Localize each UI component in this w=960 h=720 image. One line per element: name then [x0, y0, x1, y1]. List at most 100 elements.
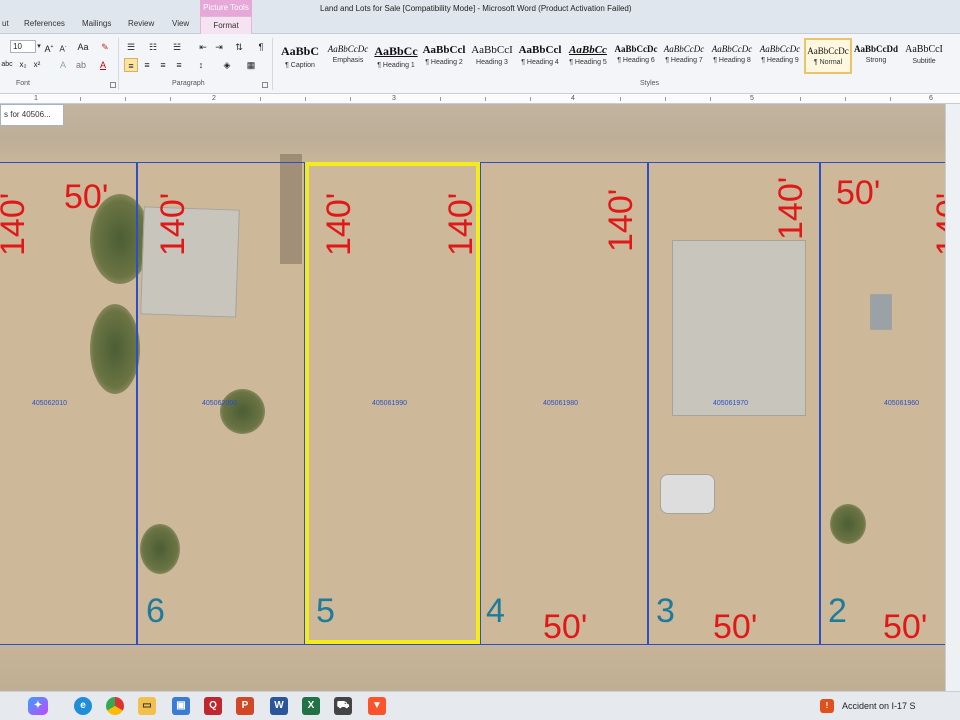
highlight-button[interactable]: ab: [74, 58, 88, 72]
bullets-button[interactable]: ☰: [124, 40, 138, 54]
ruler-tick: [710, 97, 711, 101]
style-heading-4[interactable]: AaBbCcl ¶ Heading 4: [516, 38, 564, 74]
ruler-tick: [305, 97, 306, 101]
style-normal[interactable]: AaBbCcDc ¶ Normal: [804, 38, 852, 74]
align-center-button[interactable]: ≡: [140, 58, 154, 72]
quicken-icon[interactable]: Q: [204, 697, 222, 715]
picture-tools-group: Picture Tools Format: [200, 0, 252, 34]
grow-font-button[interactable]: A+: [42, 40, 56, 54]
chrome-icon[interactable]: [106, 697, 124, 715]
ruler-number: 5: [750, 95, 754, 102]
edge-icon[interactable]: e: [74, 697, 92, 715]
tab-review[interactable]: Review: [128, 19, 154, 28]
parcel-apn: 405062010: [32, 400, 68, 407]
numbering-button[interactable]: ☷: [146, 40, 160, 54]
increase-indent-button[interactable]: ⇥: [212, 40, 226, 54]
align-left-button[interactable]: ≡: [124, 58, 138, 72]
justify-button[interactable]: ≡: [172, 58, 186, 72]
style-heading-1[interactable]: AaBbCc ¶ Heading 1: [372, 38, 420, 74]
aerial-parcel-image[interactable]: 405062010 405062000 405061990 405061980 …: [0, 104, 945, 691]
align-right-button[interactable]: ≡: [156, 58, 170, 72]
ruler-number: 6: [929, 95, 933, 102]
street: [0, 644, 945, 691]
lot-depth-label: 140': [930, 192, 945, 256]
style-subtitle[interactable]: AaBbCcI Subtitle: [900, 38, 948, 74]
traffic-alert-icon[interactable]: !: [820, 699, 834, 713]
excel-icon[interactable]: X: [302, 697, 320, 715]
tab-format[interactable]: Format: [200, 16, 252, 34]
lot-depth-label: 140': [772, 176, 810, 240]
style-heading-2[interactable]: AaBbCcl ¶ Heading 2: [420, 38, 468, 74]
ruler-tick: [530, 97, 531, 101]
style-name: ¶ Heading 4: [521, 59, 559, 66]
style-heading-9[interactable]: AaBbCcDc ¶ Heading 9: [756, 38, 804, 74]
clear-formatting-button[interactable]: ✎: [98, 40, 112, 54]
superscript-button[interactable]: x²: [30, 58, 44, 72]
car-icon[interactable]: ⛟: [334, 697, 352, 715]
style-sample: AaBbCcDc: [663, 44, 705, 54]
tab-view[interactable]: View: [172, 19, 189, 28]
horizontal-ruler[interactable]: 1 2 3 4 5 6: [0, 94, 960, 104]
ruler-tick: [125, 97, 126, 101]
vertical-scrollbar[interactable]: [945, 104, 960, 691]
parcel-apn: 405061960: [884, 400, 920, 407]
style-name: ¶ Heading 2: [425, 59, 463, 66]
multilevel-list-button[interactable]: ☱: [170, 40, 184, 54]
tab-layout[interactable]: ut: [2, 19, 9, 28]
ruler-tick: [845, 97, 846, 101]
file-explorer-icon[interactable]: ▭: [138, 697, 156, 715]
lot-width-label: 50': [64, 178, 109, 216]
borders-button[interactable]: ▦: [244, 58, 258, 72]
style-name: ¶ Heading 5: [569, 59, 607, 66]
style-sample: AaBbCc: [374, 44, 418, 58]
style-emphasis[interactable]: AaBbCcDc Emphasis: [324, 38, 372, 74]
style-sample: AaBbCcDd: [853, 44, 898, 54]
style-sample: AaBbCcDc: [711, 44, 753, 54]
subscript-button[interactable]: x₂: [16, 58, 30, 72]
ruler-tick: [260, 97, 261, 101]
news-widget-text[interactable]: Accident on I-17 S: [842, 701, 916, 711]
style-heading-5[interactable]: AaBbCc ¶ Heading 5: [564, 38, 612, 74]
tab-references[interactable]: References: [24, 19, 65, 28]
decrease-indent-button[interactable]: ⇤: [196, 40, 210, 54]
lot-depth-label: 140': [602, 188, 640, 252]
style-caption[interactable]: AaBbC ¶ Caption: [276, 38, 324, 74]
styles-group-label: Styles: [640, 80, 660, 87]
style-name: ¶ Heading 6: [617, 57, 655, 64]
lot-parcel[interactable]: [820, 162, 945, 644]
style-heading-8[interactable]: AaBbCcDc ¶ Heading 8: [708, 38, 756, 74]
strikethrough-button[interactable]: abc: [0, 58, 14, 72]
change-case-button[interactable]: Aa: [76, 40, 90, 54]
street: [0, 104, 945, 162]
font-group-label: Font: [16, 80, 31, 87]
ruler-tick: [890, 97, 891, 101]
copilot-icon[interactable]: ✦: [28, 697, 48, 715]
shading-button[interactable]: ◈: [220, 58, 234, 72]
style-sample: AaBbCcDc: [614, 44, 658, 54]
parcel-apn: 405062000: [202, 400, 238, 407]
style-strong[interactable]: AaBbCcDd Strong: [852, 38, 900, 74]
word-icon[interactable]: W: [270, 697, 288, 715]
style-heading-3[interactable]: AaBbCcI Heading 3: [468, 38, 516, 74]
paragraph-dialog-launcher[interactable]: [262, 82, 268, 88]
show-formatting-button[interactable]: ¶: [254, 40, 268, 54]
lot-number: 4: [486, 592, 505, 630]
sort-button[interactable]: ⇅: [232, 40, 246, 54]
line-spacing-button[interactable]: ↕: [194, 58, 208, 72]
remote-icon[interactable]: ▣: [172, 697, 190, 715]
style-heading-7[interactable]: AaBbCcDc ¶ Heading 7: [660, 38, 708, 74]
style-name: Strong: [865, 57, 887, 64]
tab-mailings[interactable]: Mailings: [82, 19, 111, 28]
lot-number: 3: [656, 592, 675, 630]
font-color-button[interactable]: A: [96, 58, 110, 72]
shrink-font-button[interactable]: A-: [56, 40, 70, 54]
font-dialog-launcher[interactable]: [110, 82, 116, 88]
brave-icon[interactable]: ▼: [368, 697, 386, 715]
word-window: ut References Mailings Review View Pictu…: [0, 0, 960, 720]
style-heading-6[interactable]: AaBbCcDc ¶ Heading 6: [612, 38, 660, 74]
text-effects-button[interactable]: A: [56, 58, 70, 72]
powerpoint-icon[interactable]: P: [236, 697, 254, 715]
document-page[interactable]: 405062010 405062000 405061990 405061980 …: [0, 104, 945, 691]
style-name: ¶ Caption: [285, 62, 315, 69]
lot-width-label: 50': [836, 174, 881, 212]
